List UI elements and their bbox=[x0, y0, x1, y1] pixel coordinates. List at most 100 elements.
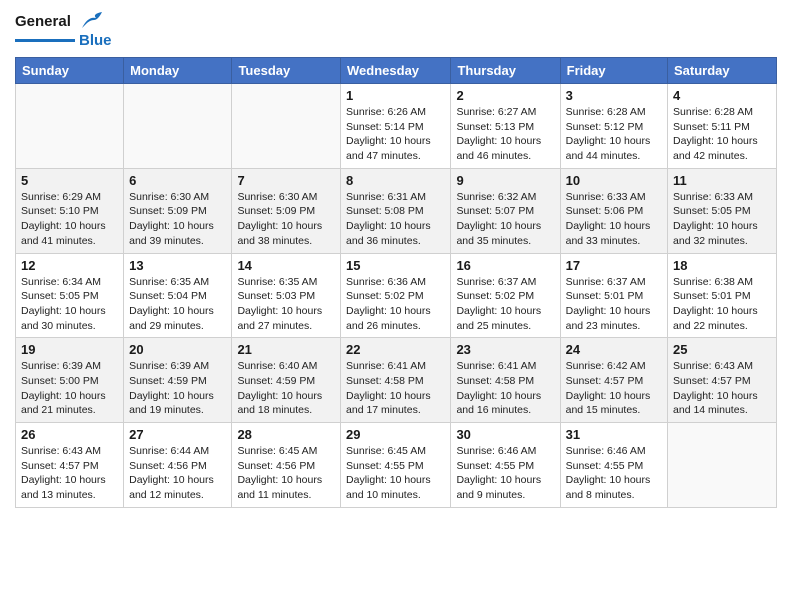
calendar-table: SundayMondayTuesdayWednesdayThursdayFrid… bbox=[15, 57, 777, 508]
day-number: 27 bbox=[129, 427, 226, 442]
day-number: 9 bbox=[456, 173, 554, 188]
calendar-cell: 5Sunrise: 6:29 AM Sunset: 5:10 PM Daylig… bbox=[16, 168, 124, 253]
calendar-cell: 8 Sunrise: 6:31 AM Sunset: 5:08 PM Daylig… bbox=[341, 168, 451, 253]
day-number: 12 bbox=[21, 258, 118, 273]
day-number: 11 bbox=[673, 173, 771, 188]
day-info: Sunrise: 6:26 AM Sunset: 5:14 PM Dayligh… bbox=[346, 105, 445, 164]
day-info: Sunrise: 6:37 AM Sunset: 5:02 PM Dayligh… bbox=[456, 275, 554, 334]
day-info: Sunrise: 6:45 AM Sunset: 4:55 PM Dayligh… bbox=[346, 444, 445, 503]
logo: General Blue bbox=[15, 10, 112, 49]
day-info: Sunrise: 6:36 AM Sunset: 5:02 PM Dayligh… bbox=[346, 275, 445, 334]
calendar-cell: 31 Sunrise: 6:46 AM Sunset: 4:55 PM Dayli… bbox=[560, 423, 667, 508]
calendar-week-5: 26Sunrise: 6:43 AM Sunset: 4:57 PM Dayli… bbox=[16, 423, 777, 508]
day-number: 13 bbox=[129, 258, 226, 273]
weekday-header-saturday: Saturday bbox=[668, 58, 777, 84]
calendar-cell: 22Sunrise: 6:41 AM Sunset: 4:58 PM Dayli… bbox=[341, 338, 451, 423]
calendar-cell: 9 Sunrise: 6:32 AM Sunset: 5:07 PM Daylig… bbox=[451, 168, 560, 253]
calendar-header: SundayMondayTuesdayWednesdayThursdayFrid… bbox=[16, 58, 777, 84]
weekday-header-tuesday: Tuesday bbox=[232, 58, 341, 84]
day-info: Sunrise: 6:33 AM Sunset: 5:05 PM Dayligh… bbox=[673, 190, 771, 249]
weekday-header-monday: Monday bbox=[124, 58, 232, 84]
day-number: 23 bbox=[456, 342, 554, 357]
calendar-cell: 23 Sunrise: 6:41 AM Sunset: 4:58 PM Dayli… bbox=[451, 338, 560, 423]
calendar-cell: 19 Sunrise: 6:39 AM Sunset: 5:00 PM Dayli… bbox=[16, 338, 124, 423]
day-number: 3 bbox=[566, 88, 662, 103]
day-info: Sunrise: 6:31 AM Sunset: 5:08 PM Dayligh… bbox=[346, 190, 445, 249]
calendar-cell: 21Sunrise: 6:40 AM Sunset: 4:59 PM Dayli… bbox=[232, 338, 341, 423]
weekday-header-wednesday: Wednesday bbox=[341, 58, 451, 84]
day-info: Sunrise: 6:35 AM Sunset: 5:03 PM Dayligh… bbox=[237, 275, 335, 334]
calendar-cell: 20Sunrise: 6:39 AM Sunset: 4:59 PM Dayli… bbox=[124, 338, 232, 423]
day-number: 30 bbox=[456, 427, 554, 442]
weekday-header-thursday: Thursday bbox=[451, 58, 560, 84]
day-info: Sunrise: 6:30 AM Sunset: 5:09 PM Dayligh… bbox=[237, 190, 335, 249]
calendar-cell: 25 Sunrise: 6:43 AM Sunset: 4:57 PM Dayli… bbox=[668, 338, 777, 423]
day-info: Sunrise: 6:27 AM Sunset: 5:13 PM Dayligh… bbox=[456, 105, 554, 164]
day-number: 4 bbox=[673, 88, 771, 103]
day-info: Sunrise: 6:28 AM Sunset: 5:12 PM Dayligh… bbox=[566, 105, 662, 164]
day-info: Sunrise: 6:37 AM Sunset: 5:01 PM Dayligh… bbox=[566, 275, 662, 334]
calendar-cell: 15 Sunrise: 6:36 AM Sunset: 5:02 PM Dayli… bbox=[341, 253, 451, 338]
day-number: 7 bbox=[237, 173, 335, 188]
calendar-cell: 26Sunrise: 6:43 AM Sunset: 4:57 PM Dayli… bbox=[16, 423, 124, 508]
day-info: Sunrise: 6:45 AM Sunset: 4:56 PM Dayligh… bbox=[237, 444, 335, 503]
weekday-header-sunday: Sunday bbox=[16, 58, 124, 84]
calendar-cell: 12 Sunrise: 6:34 AM Sunset: 5:05 PM Dayli… bbox=[16, 253, 124, 338]
calendar-cell: 13 Sunrise: 6:35 AM Sunset: 5:04 PM Dayli… bbox=[124, 253, 232, 338]
calendar-cell: 4 Sunrise: 6:28 AM Sunset: 5:11 PM Daylig… bbox=[668, 84, 777, 169]
calendar-cell bbox=[16, 84, 124, 169]
calendar-cell: 28 Sunrise: 6:45 AM Sunset: 4:56 PM Dayli… bbox=[232, 423, 341, 508]
day-number: 10 bbox=[566, 173, 662, 188]
day-info: Sunrise: 6:43 AM Sunset: 4:57 PM Dayligh… bbox=[21, 444, 118, 503]
logo-text-general: General bbox=[15, 13, 71, 30]
day-number: 29 bbox=[346, 427, 445, 442]
day-info: Sunrise: 6:39 AM Sunset: 4:59 PM Dayligh… bbox=[129, 359, 226, 418]
logo-text-blue: Blue bbox=[79, 32, 112, 49]
calendar-week-2: 5Sunrise: 6:29 AM Sunset: 5:10 PM Daylig… bbox=[16, 168, 777, 253]
day-number: 22 bbox=[346, 342, 445, 357]
day-info: Sunrise: 6:28 AM Sunset: 5:11 PM Dayligh… bbox=[673, 105, 771, 164]
day-info: Sunrise: 6:35 AM Sunset: 5:04 PM Dayligh… bbox=[129, 275, 226, 334]
calendar-cell: 17 Sunrise: 6:37 AM Sunset: 5:01 PM Dayli… bbox=[560, 253, 667, 338]
calendar-cell: 10 Sunrise: 6:33 AM Sunset: 5:06 PM Dayli… bbox=[560, 168, 667, 253]
day-info: Sunrise: 6:32 AM Sunset: 5:07 PM Dayligh… bbox=[456, 190, 554, 249]
calendar-cell: 3 Sunrise: 6:28 AM Sunset: 5:12 PM Daylig… bbox=[560, 84, 667, 169]
day-info: Sunrise: 6:43 AM Sunset: 4:57 PM Dayligh… bbox=[673, 359, 771, 418]
day-number: 15 bbox=[346, 258, 445, 273]
calendar-week-4: 19 Sunrise: 6:39 AM Sunset: 5:00 PM Dayli… bbox=[16, 338, 777, 423]
calendar-cell: 18Sunrise: 6:38 AM Sunset: 5:01 PM Dayli… bbox=[668, 253, 777, 338]
calendar-cell: 16Sunrise: 6:37 AM Sunset: 5:02 PM Dayli… bbox=[451, 253, 560, 338]
day-info: Sunrise: 6:41 AM Sunset: 4:58 PM Dayligh… bbox=[456, 359, 554, 418]
calendar-cell: 29 Sunrise: 6:45 AM Sunset: 4:55 PM Dayli… bbox=[341, 423, 451, 508]
day-number: 31 bbox=[566, 427, 662, 442]
day-info: Sunrise: 6:46 AM Sunset: 4:55 PM Dayligh… bbox=[456, 444, 554, 503]
calendar-cell: 30 Sunrise: 6:46 AM Sunset: 4:55 PM Dayli… bbox=[451, 423, 560, 508]
calendar-cell: 24Sunrise: 6:42 AM Sunset: 4:57 PM Dayli… bbox=[560, 338, 667, 423]
day-number: 1 bbox=[346, 88, 445, 103]
day-info: Sunrise: 6:42 AM Sunset: 4:57 PM Dayligh… bbox=[566, 359, 662, 418]
page-header: General Blue bbox=[15, 10, 777, 49]
calendar-cell: 6Sunrise: 6:30 AM Sunset: 5:09 PM Daylig… bbox=[124, 168, 232, 253]
logo-bird-icon bbox=[74, 10, 104, 32]
day-info: Sunrise: 6:46 AM Sunset: 4:55 PM Dayligh… bbox=[566, 444, 662, 503]
calendar-cell: 2Sunrise: 6:27 AM Sunset: 5:13 PM Daylig… bbox=[451, 84, 560, 169]
day-number: 14 bbox=[237, 258, 335, 273]
day-info: Sunrise: 6:39 AM Sunset: 5:00 PM Dayligh… bbox=[21, 359, 118, 418]
day-number: 19 bbox=[21, 342, 118, 357]
calendar-cell bbox=[124, 84, 232, 169]
calendar-cell: 1 Sunrise: 6:26 AM Sunset: 5:14 PM Daylig… bbox=[341, 84, 451, 169]
calendar-cell: 7 Sunrise: 6:30 AM Sunset: 5:09 PM Daylig… bbox=[232, 168, 341, 253]
day-info: Sunrise: 6:34 AM Sunset: 5:05 PM Dayligh… bbox=[21, 275, 118, 334]
day-info: Sunrise: 6:40 AM Sunset: 4:59 PM Dayligh… bbox=[237, 359, 335, 418]
day-number: 28 bbox=[237, 427, 335, 442]
day-info: Sunrise: 6:44 AM Sunset: 4:56 PM Dayligh… bbox=[129, 444, 226, 503]
calendar-cell: 11 Sunrise: 6:33 AM Sunset: 5:05 PM Dayli… bbox=[668, 168, 777, 253]
day-info: Sunrise: 6:33 AM Sunset: 5:06 PM Dayligh… bbox=[566, 190, 662, 249]
calendar-cell bbox=[668, 423, 777, 508]
calendar-cell: 27 Sunrise: 6:44 AM Sunset: 4:56 PM Dayli… bbox=[124, 423, 232, 508]
day-number: 25 bbox=[673, 342, 771, 357]
calendar-cell bbox=[232, 84, 341, 169]
day-number: 17 bbox=[566, 258, 662, 273]
day-number: 8 bbox=[346, 173, 445, 188]
day-info: Sunrise: 6:30 AM Sunset: 5:09 PM Dayligh… bbox=[129, 190, 226, 249]
